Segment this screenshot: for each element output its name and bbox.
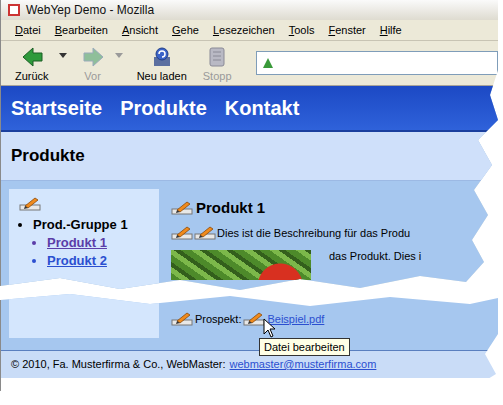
menu-item[interactable]: Datei bbox=[15, 24, 41, 36]
edit-icon[interactable] bbox=[194, 226, 216, 240]
edit-icon[interactable] bbox=[171, 312, 193, 326]
group-list: Prod.-Gruppe 1Produkt 1Produkt 2 bbox=[19, 217, 159, 270]
web-page: StartseiteProdukteKontaktProdukteProd.-G… bbox=[1, 86, 498, 290]
page-icon bbox=[261, 56, 275, 70]
nav-bar: Startseite Produkte Kontakt bbox=[1, 86, 498, 132]
forward-button: Vor bbox=[75, 45, 111, 82]
page-bottom: Prospekt: Beispiel.pdf © 2010, Fa. Musterf… bbox=[0, 294, 498, 394]
content-area: Prod.-Gruppe 1Produkt 1Produkt 2Produkt … bbox=[1, 181, 498, 290]
title-bar: WebYep Demo - Mozilla bbox=[1, 0, 498, 20]
edit-icon[interactable] bbox=[171, 201, 193, 215]
menu-item[interactable]: Hilfe bbox=[380, 24, 402, 36]
sidebar bbox=[9, 294, 159, 338]
footer-text: © 2010, Fa. Musterfirma & Co., WebMaster… bbox=[11, 358, 226, 370]
group-item: Prod.-Gruppe 1Produkt 1Produkt 2 bbox=[33, 217, 159, 270]
mozilla-icon bbox=[7, 3, 21, 17]
product-list: Produkt 1Produkt 2 bbox=[33, 234, 159, 270]
edit-icon[interactable] bbox=[19, 197, 41, 211]
reload-icon bbox=[150, 45, 174, 69]
edit-icon[interactable] bbox=[171, 226, 193, 240]
product-link[interactable]: Produkt 2 bbox=[47, 252, 159, 270]
edit-icon[interactable] bbox=[243, 312, 265, 326]
menu-item[interactable]: Fenster bbox=[328, 24, 365, 36]
footer: © 2010, Fa. Musterfirma & Co., WebMaster… bbox=[1, 350, 498, 378]
product-photo bbox=[171, 250, 311, 280]
file-link[interactable]: Beispiel.pdf bbox=[267, 313, 324, 325]
description-text: Dies ist die Beschreibung für das Produ bbox=[217, 227, 410, 239]
menu-item[interactable]: Gehe bbox=[172, 24, 199, 36]
menu-bar: Datei Bearbeiten Ansicht Gehe Lesezeichen Too… bbox=[1, 20, 498, 41]
content-area: Prospekt: Beispiel.pdf bbox=[1, 294, 498, 350]
page-title: Produkte bbox=[1, 132, 498, 181]
nav-link[interactable]: Produkte bbox=[120, 97, 207, 120]
browser-window: WebYep Demo - Mozilla Datei Bearbeiten Ansi… bbox=[0, 0, 498, 290]
menu-item[interactable]: Bearbeiten bbox=[55, 24, 108, 36]
back-button[interactable]: Zurück bbox=[9, 45, 55, 82]
reload-button[interactable]: Neu laden bbox=[131, 45, 193, 82]
menu-item[interactable]: Lesezeichen bbox=[213, 24, 275, 36]
main-column: Produkt 1 Dies ist die Beschreibung für d… bbox=[159, 189, 498, 290]
stop-icon bbox=[205, 45, 229, 69]
attachment-row: Prospekt: Beispiel.pdf bbox=[159, 294, 324, 326]
email-link[interactable]: webmaster@musterfirma.com bbox=[230, 358, 377, 370]
dropdown-arrow-icon[interactable] bbox=[115, 53, 123, 59]
tooltip: Datei bearbeiten bbox=[259, 338, 350, 356]
product-heading: Produkt 1 bbox=[196, 199, 265, 216]
sidebar: Prod.-Gruppe 1Produkt 1Produkt 2 bbox=[9, 189, 159, 290]
menu-item[interactable]: Tools bbox=[289, 24, 315, 36]
product-link[interactable]: Produkt 1 bbox=[47, 234, 159, 252]
nav-link[interactable]: Kontakt bbox=[225, 97, 299, 120]
toolbar: Zurück Vor Neu ladenStopp bbox=[1, 41, 498, 86]
menu-item[interactable]: Ansicht bbox=[122, 24, 158, 36]
forward-arrow-icon bbox=[81, 45, 105, 69]
window-title: WebYep Demo - Mozilla bbox=[26, 3, 154, 17]
heading-row: Produkt 1 bbox=[171, 199, 498, 216]
cursor-icon bbox=[263, 318, 277, 338]
stop-button: Stopp bbox=[197, 45, 238, 82]
attachment-label: Prospekt: bbox=[195, 313, 241, 325]
address-field[interactable] bbox=[256, 51, 498, 75]
back-arrow-icon bbox=[20, 45, 44, 69]
description-text: das Produkt. Dies i bbox=[329, 250, 421, 262]
dropdown-arrow-icon[interactable] bbox=[59, 53, 67, 59]
image-row: das Produkt. Dies i bbox=[171, 250, 498, 280]
description-row: Dies ist die Beschreibung für das Produ bbox=[171, 226, 498, 240]
nav-link[interactable]: Startseite bbox=[11, 97, 102, 120]
